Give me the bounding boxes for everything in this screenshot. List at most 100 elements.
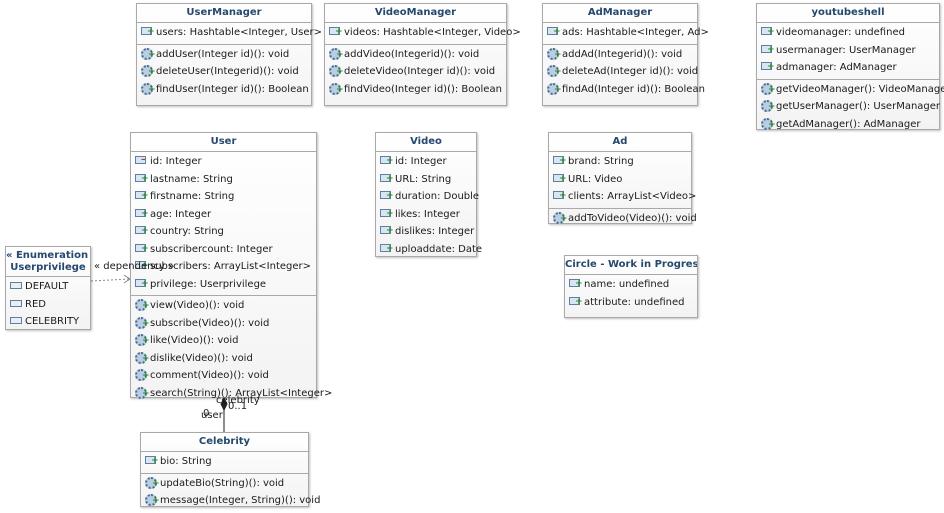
attribute-row[interactable]: ads: Hashtable<Integer, Ad> (543, 24, 709, 42)
attribute-row[interactable]: firstname: String (131, 188, 316, 206)
public-attribute-icon (553, 190, 567, 201)
attribute-row[interactable]: videomanager: undefined (757, 24, 939, 42)
class-admanager[interactable]: AdManager ads: Hashtable<Integer, Ad> ad… (542, 3, 709, 106)
operation-row[interactable]: subscribe(Video)(): void (131, 315, 316, 333)
operation-row[interactable]: deleteVideo(Integer id)(): void (325, 63, 506, 81)
class-celebrity[interactable]: Celebrity bio: String updateBio(String)(… (140, 432, 320, 507)
class-videomanager[interactable]: VideoManager videos: Hashtable<Integer, … (324, 3, 521, 106)
attribute-row[interactable]: clients: ArrayList<Video> (549, 188, 696, 206)
public-operation-icon (135, 351, 150, 364)
dependency-line (90, 278, 131, 282)
class-video[interactable]: Video id: Integer URL: String duration: … (375, 132, 482, 260)
attribute-row[interactable]: country: String (131, 223, 316, 241)
operation-row[interactable]: findAd(Integer id)(): Boolean (543, 81, 705, 99)
operation-row[interactable]: getAdManager(): AdManager (757, 116, 939, 134)
attribute-row[interactable]: duration: Double (376, 188, 479, 206)
operation-row[interactable]: like(Video)(): void (131, 332, 316, 350)
public-attribute-icon (761, 44, 775, 55)
enum-header: « Enumeration » Userprivilege (6, 247, 90, 277)
class-youtubeshell[interactable]: youtubeshell videomanager: undefined use… (756, 3, 944, 130)
public-attribute-icon (380, 190, 394, 201)
operation-row[interactable]: view(Video)(): void (131, 297, 316, 315)
operation-row[interactable]: findUser(Integer id)(): Boolean (137, 81, 311, 99)
operation-row[interactable]: addUser(Integer id)(): void (137, 46, 311, 64)
attributes-section: id: Integer URL: String duration: Double… (376, 152, 482, 260)
class-name: VideoManager (325, 4, 506, 23)
operation-row[interactable]: updateBio(String)(): void (141, 475, 308, 493)
public-attribute-icon (380, 173, 394, 184)
operation-row[interactable]: findVideo(Integer id)(): Boolean (325, 81, 506, 99)
attribute-row[interactable]: uploaddate: Date (376, 241, 482, 259)
public-operation-icon (761, 100, 776, 112)
public-attribute-icon (761, 61, 775, 72)
public-operation-icon (135, 386, 150, 399)
attribute-row[interactable]: users: Hashtable<Integer, User> (137, 24, 322, 42)
operation-row[interactable]: addAd(Integerid)(): void (543, 46, 697, 64)
class-name: Video (376, 133, 476, 152)
attribute-row[interactable]: bio: String (141, 453, 308, 471)
attribute-row[interactable]: videos: Hashtable<Integer, Video> (325, 24, 521, 42)
attributes-section: name: undefined attribute: undefined (565, 275, 697, 313)
attribute-row[interactable]: subscribercount: Integer (131, 241, 316, 259)
operation-row[interactable]: addVideo(Integerid)(): void (325, 46, 506, 64)
public-attribute-icon (135, 173, 149, 184)
attribute-row[interactable]: id: Integer (376, 153, 476, 171)
enum-literal-icon (10, 298, 22, 308)
public-attribute-icon (380, 243, 394, 254)
attribute-row[interactable]: attribute: undefined (565, 294, 697, 312)
public-attribute-icon (135, 225, 149, 236)
public-attribute-icon (380, 225, 394, 236)
attribute-row[interactable]: likes: Integer (376, 206, 476, 224)
attribute-row[interactable]: usermanager: UserManager (757, 42, 939, 60)
enum-userprivilege[interactable]: « Enumeration » Userprivilege DEFAULT RE… (5, 246, 91, 330)
public-operation-icon (329, 47, 344, 60)
attributes-section: ads: Hashtable<Integer, Ad> (543, 23, 709, 44)
attribute-row[interactable]: brand: String (549, 153, 691, 171)
operations-section: updateBio(String)(): void message(Intege… (141, 472, 320, 512)
attribute-row[interactable]: id: Integer (131, 153, 316, 171)
operation-row[interactable]: deleteUser(Integerid)(): void (137, 63, 311, 81)
operation-row[interactable]: getUserManager(): UserManager (757, 98, 940, 116)
public-operation-icon (761, 117, 776, 130)
enum-literal-row[interactable]: DEFAULT (6, 278, 90, 296)
public-attribute-icon (553, 155, 567, 166)
attributes-section: bio: String (141, 452, 308, 473)
operation-row[interactable]: message(Integer, String)(): void (141, 492, 320, 510)
public-operation-icon (135, 299, 150, 311)
operation-row[interactable]: deleteAd(Integer id)(): void (543, 63, 698, 81)
attribute-row[interactable]: lastname: String (131, 171, 316, 189)
public-attribute-icon (145, 455, 159, 466)
public-attribute-icon (380, 208, 394, 219)
attribute-row[interactable]: name: undefined (565, 276, 697, 294)
attribute-row[interactable]: admanager: AdManager (757, 59, 939, 77)
public-attribute-icon (380, 155, 394, 166)
public-attribute-icon (553, 173, 567, 184)
operation-row[interactable]: getVideoManager(): VideoManager (757, 81, 944, 99)
class-usermanager[interactable]: UserManager users: Hashtable<Integer, Us… (136, 3, 322, 106)
public-attribute-icon (141, 26, 155, 37)
public-attribute-icon (761, 26, 775, 37)
public-attribute-icon (135, 243, 149, 254)
class-name: Celebrity (141, 433, 308, 452)
private-attribute-icon (135, 155, 147, 165)
operations-section: addToVideo(Video)(): void (549, 207, 697, 230)
enum-literal-icon (10, 315, 22, 325)
attribute-row[interactable]: dislikes: Integer (376, 223, 476, 241)
class-name: Circle - Work in Progress (565, 256, 697, 275)
public-operation-icon (761, 82, 776, 95)
public-operation-icon (329, 82, 344, 95)
attribute-row[interactable]: privilege: Userprivilege (131, 276, 316, 294)
class-name: youtubeshell (757, 4, 939, 23)
enum-literal-row[interactable]: CELEBRITY (6, 313, 90, 331)
operations-section: addUser(Integer id)(): void deleteUser(I… (137, 43, 311, 101)
attribute-row[interactable]: age: Integer (131, 206, 316, 224)
operation-row[interactable]: dislike(Video)(): void (131, 350, 316, 368)
attribute-row[interactable]: URL: Video (549, 171, 691, 189)
operation-row[interactable]: comment(Video)(): void (131, 367, 316, 385)
class-ad[interactable]: Ad brand: String URL: Video clients: Arr… (548, 132, 697, 224)
class-circle[interactable]: Circle - Work in Progress name: undefine… (564, 255, 698, 318)
attribute-row[interactable]: URL: String (376, 171, 476, 189)
public-attribute-icon (329, 26, 343, 37)
operation-row[interactable]: addToVideo(Video)(): void (549, 210, 697, 228)
enum-literal-row[interactable]: RED (6, 296, 90, 314)
